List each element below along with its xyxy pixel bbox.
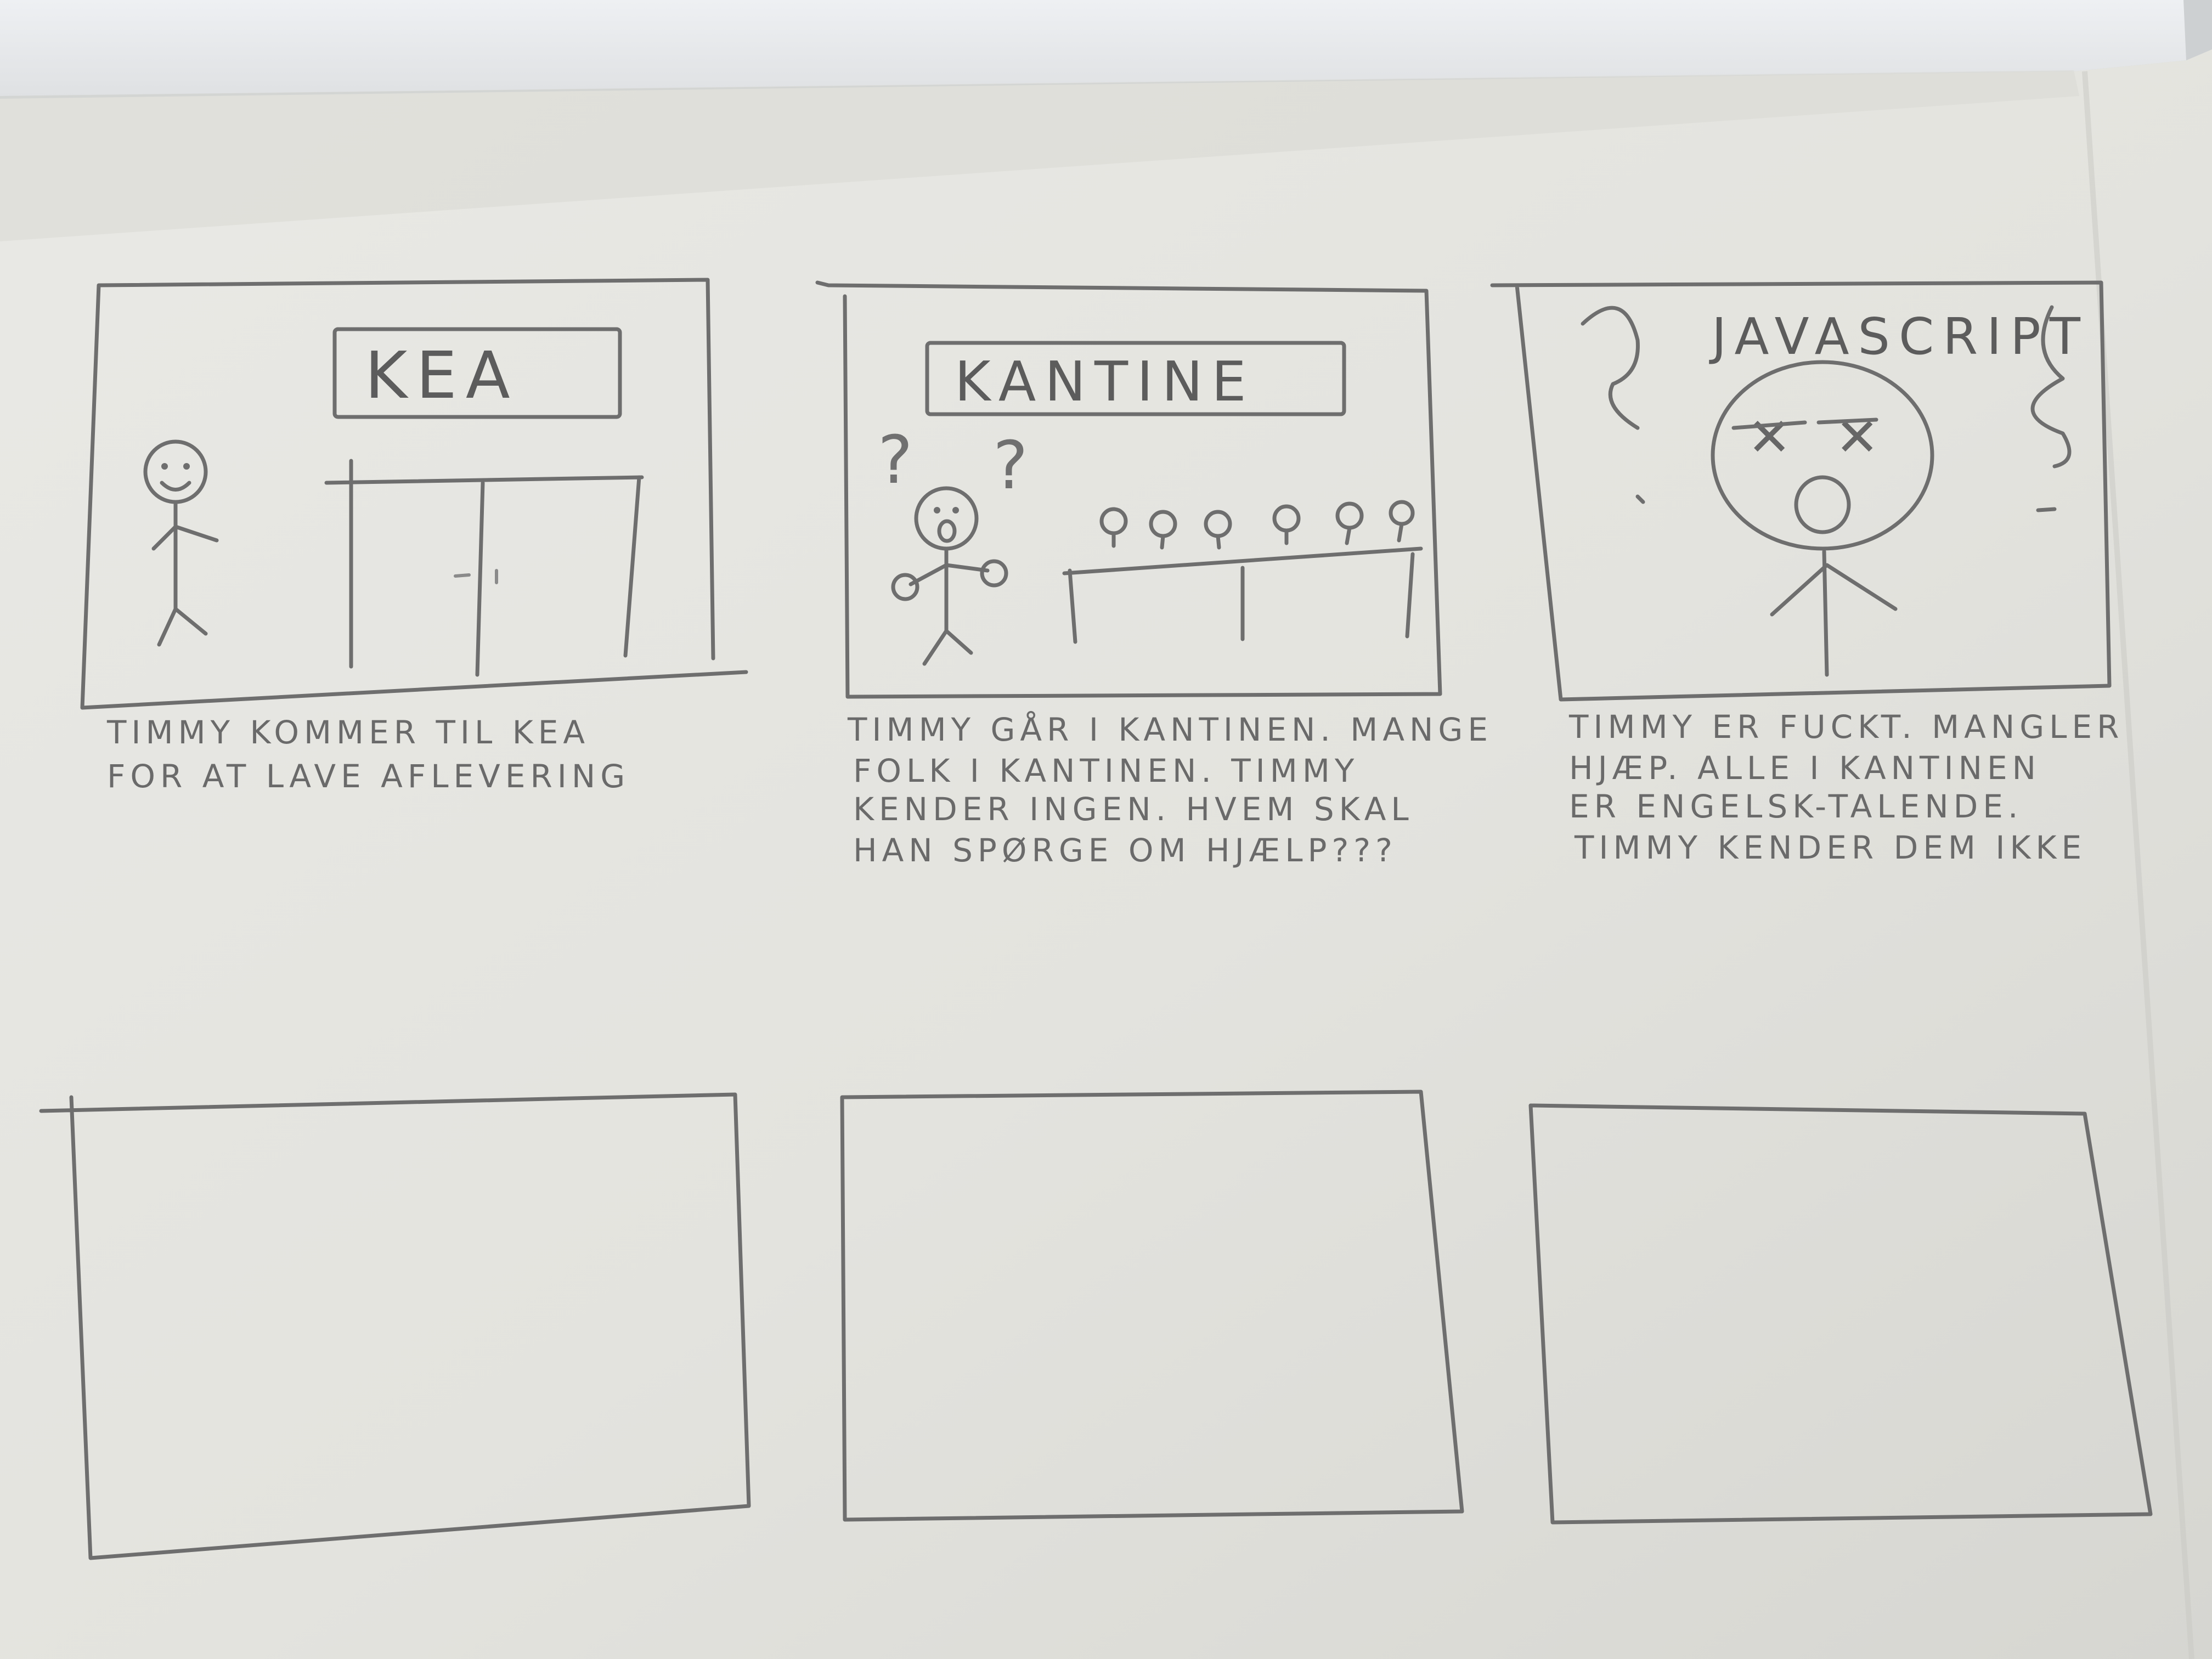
panel-2-caption-line-1: TIMMY GÅR I KANTINEN. MANGE [847, 710, 1493, 748]
panel-1: KEA [80, 278, 748, 710]
panel-3-caption-line-4: TIMMY KENDER DEM IKKE [1574, 829, 2086, 866]
timmy-stick-figure [891, 486, 1008, 666]
panel-2-caption-line-4: HAN SPØRGE OM HJÆLP??? [853, 832, 1397, 869]
panel-3-caption-line-3: ER ENGELSK-TALENDE. [1569, 788, 2023, 825]
entrance-doors [324, 459, 644, 677]
timmy-stick-figure [143, 439, 219, 647]
panel-1-caption-line-2: FOR AT LAVE AFLEVERING [107, 758, 630, 795]
empty-panel-4 [39, 1092, 751, 1560]
timmy-dead-face: ✕ ✕ [1711, 360, 1934, 677]
x-eye-icon: ✕ [1835, 407, 1879, 468]
panel-3-caption-line-2: HJÆP. ALLE I KANTINEN [1569, 749, 2041, 787]
crowd-of-people [1099, 500, 1415, 550]
question-mark-icon: ? [993, 428, 1028, 504]
question-mark-icon: ? [878, 422, 913, 499]
confusion-squiggle [1581, 306, 1640, 430]
x-eye-icon: ✕ [1747, 407, 1791, 468]
panel-3-caption-line-1: TIMMY ER FUCKT. MANGLER [1568, 708, 2124, 746]
empty-panel-6 [1528, 1103, 2153, 1525]
javascript-heading: JAVASCRIPT [1709, 307, 2089, 366]
panel-1-caption-line-1: TIMMY KOMMER TIL KEA [106, 714, 590, 751]
panel-2-caption-line-3: KENDER INGEN. HVEM SKAL [853, 791, 1414, 828]
kantine-sign-text: KANTINE [955, 349, 1255, 414]
canteen-counter [1062, 546, 1423, 644]
panel-2: KANTINE ? ? [815, 280, 1442, 699]
empty-panel-5 [840, 1090, 1464, 1522]
panel-2-caption-line-2: FOLK I KANTINEN. TIMMY [853, 752, 1359, 789]
panel-3: JAVASCRIPT ✕ ✕ [1490, 280, 2112, 702]
storyboard-sheet: KEA TIMMY KOMMER TIL KEA FOR AT LAVE AFL… [39, 278, 2153, 1560]
kea-sign-text: KEA [365, 337, 519, 413]
